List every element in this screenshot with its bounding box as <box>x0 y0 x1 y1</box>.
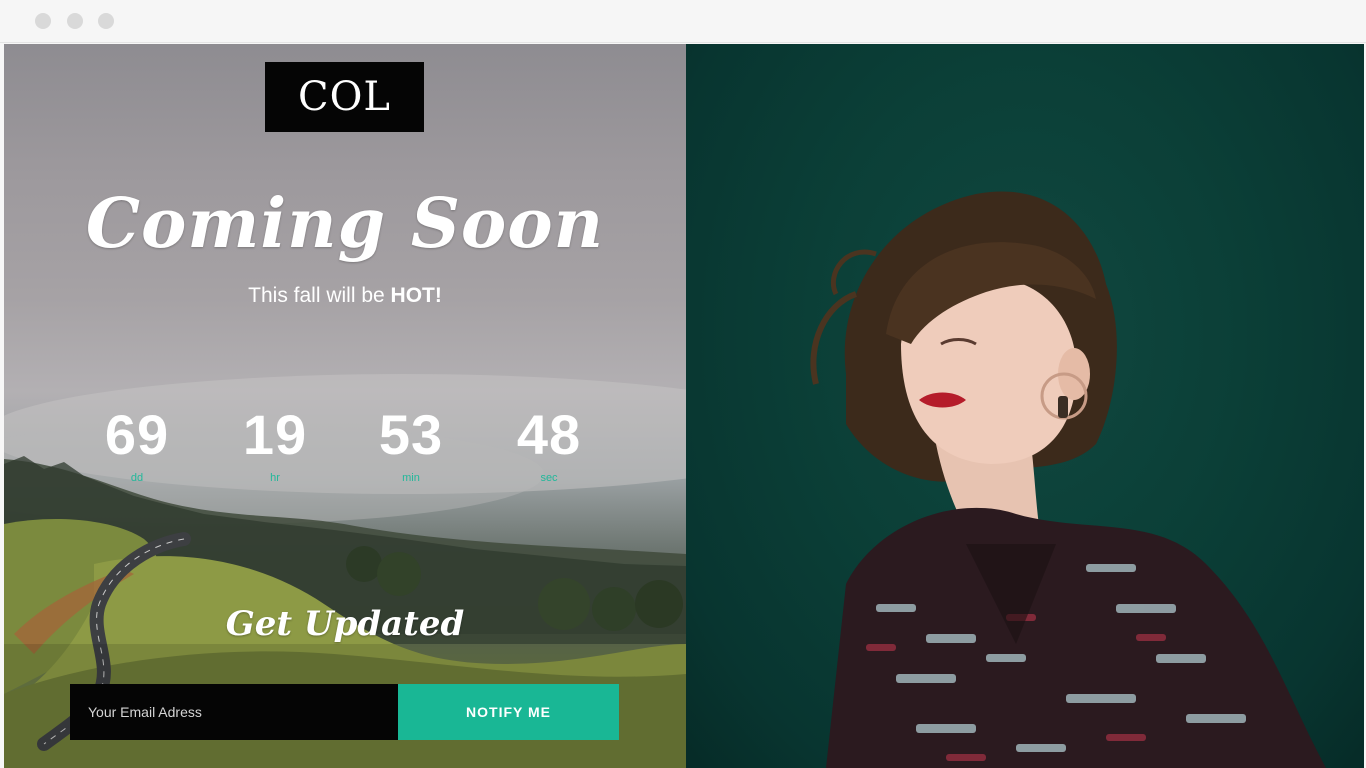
countdown-timer: 69 dd 19 hr 53 min 48 sec <box>4 404 686 504</box>
close-window-dot[interactable] <box>35 13 51 29</box>
minimize-window-dot[interactable] <box>67 13 83 29</box>
notify-me-button[interactable]: NOTIFY ME <box>398 684 619 740</box>
countdown-seconds: 48 sec <box>499 403 599 485</box>
countdown-minutes-label: min <box>402 472 420 484</box>
signup-heading: Get Updated <box>225 604 465 644</box>
hero-photo-panel <box>686 44 1364 768</box>
tagline-text: This fall will be <box>248 284 391 307</box>
coming-soon-panel: COL Coming Soon This fall will be HOT! 6… <box>4 44 686 768</box>
woman-portrait-image <box>810 191 1326 768</box>
logo[interactable]: COL <box>265 62 424 132</box>
logo-text: COL <box>298 74 391 120</box>
tagline: This fall will be HOT! <box>4 284 686 308</box>
countdown-days-label: dd <box>130 472 144 484</box>
countdown-days: 69 dd <box>87 403 187 485</box>
signup-form: NOTIFY ME <box>70 684 619 740</box>
browser-title-bar <box>0 0 1366 43</box>
countdown-days-value: 69 <box>104 403 170 466</box>
countdown-seconds-label: sec <box>540 472 558 484</box>
browser-window: COL Coming Soon This fall will be HOT! 6… <box>0 0 1366 768</box>
email-field[interactable] <box>70 684 398 740</box>
countdown-hours-label: hr <box>270 472 280 484</box>
countdown-hours: 19 hr <box>225 403 325 485</box>
page-viewport: COL Coming Soon This fall will be HOT! 6… <box>4 44 1364 768</box>
countdown-hours-value: 19 <box>242 403 308 466</box>
countdown-seconds-value: 48 <box>516 403 582 466</box>
countdown-minutes-value: 53 <box>378 403 444 466</box>
tagline-highlight: HOT! <box>390 284 442 307</box>
page-title: Coming Soon <box>85 184 605 264</box>
countdown-minutes: 53 min <box>361 403 461 485</box>
maximize-window-dot[interactable] <box>98 13 114 29</box>
